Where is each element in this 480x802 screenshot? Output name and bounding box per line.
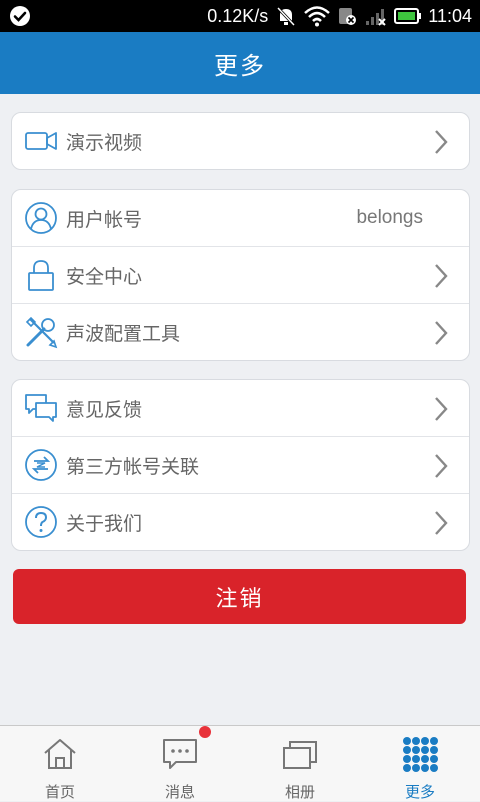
page-title: 更多	[214, 51, 266, 80]
signal-icon	[366, 9, 386, 26]
menu-item-label: 演示视频	[66, 131, 143, 154]
nav-item-more[interactable]: 更多	[360, 726, 480, 801]
nav-label: 更多	[404, 783, 435, 801]
nav-item-home[interactable]: 首页	[0, 726, 120, 801]
help-question-icon	[25, 506, 57, 538]
menu-item-sonic-config-tool[interactable]: 声波配置工具	[12, 303, 469, 360]
nav-label: 相册	[284, 783, 315, 801]
messages-badge-dot	[199, 726, 211, 738]
chevron-right-icon	[435, 397, 448, 421]
menu-item-about-us[interactable]: 关于我们	[12, 493, 469, 550]
menu-item-third-party-accounts[interactable]: 第三方帐号关联	[12, 436, 469, 493]
chevron-right-icon	[435, 321, 448, 345]
nav-item-album[interactable]: 相册	[240, 726, 360, 801]
status-bar: 0.12K/s 11:04	[0, 0, 480, 32]
user-account-value: belongs	[356, 207, 423, 228]
nav-label: 消息	[164, 783, 195, 801]
nav-item-messages[interactable]: 消息	[120, 726, 240, 801]
title-bar: 更多	[0, 32, 480, 94]
chevron-right-icon	[435, 454, 448, 478]
nav-label: 首页	[44, 783, 75, 801]
album-icon	[283, 741, 317, 769]
network-speed: 0.12K/s	[207, 5, 269, 26]
more-grid-icon	[403, 737, 438, 772]
home-icon	[44, 739, 76, 769]
menu-item-label: 意见反馈	[66, 398, 143, 421]
menu-item-feedback[interactable]: 意见反馈	[12, 380, 469, 436]
sim-blocked-icon	[339, 8, 357, 25]
chevron-right-icon	[435, 511, 448, 535]
menu-item-security-center[interactable]: 安全中心	[12, 246, 469, 303]
tools-icon	[25, 316, 58, 349]
bottom-nav: 首页 消息 相册 更多	[0, 725, 480, 801]
menu-group-about: 意见反馈 第三方帐号关联 关于我们	[11, 379, 470, 551]
menu-item-demo-video[interactable]: 演示视频	[12, 113, 469, 169]
menu-item-label: 用户帐号	[66, 208, 143, 231]
video-camera-icon	[25, 132, 57, 150]
mute-bell-icon	[277, 6, 296, 27]
chevron-right-icon	[435, 264, 448, 288]
menu-item-user-account[interactable]: 用户帐号 belongs	[12, 190, 469, 246]
chevron-right-icon	[435, 130, 448, 154]
user-icon	[25, 202, 57, 234]
account-link-icon	[25, 449, 57, 481]
menu-item-label: 第三方帐号关联	[66, 455, 200, 478]
check-circle-icon	[10, 6, 30, 26]
wifi-icon	[304, 6, 331, 27]
battery-icon	[394, 8, 422, 24]
logout-button[interactable]: 注销	[13, 569, 466, 624]
feedback-chat-icon	[25, 394, 57, 422]
menu-item-label: 关于我们	[66, 512, 143, 535]
menu-item-label: 声波配置工具	[66, 322, 181, 345]
message-icon	[163, 739, 197, 769]
clock: 11:04	[428, 5, 472, 26]
menu-group-account: 用户帐号 belongs 安全中心 声波配置工具	[11, 189, 470, 361]
lock-icon	[28, 260, 54, 291]
menu-group-video: 演示视频	[11, 112, 470, 170]
menu-item-label: 安全中心	[66, 265, 143, 288]
